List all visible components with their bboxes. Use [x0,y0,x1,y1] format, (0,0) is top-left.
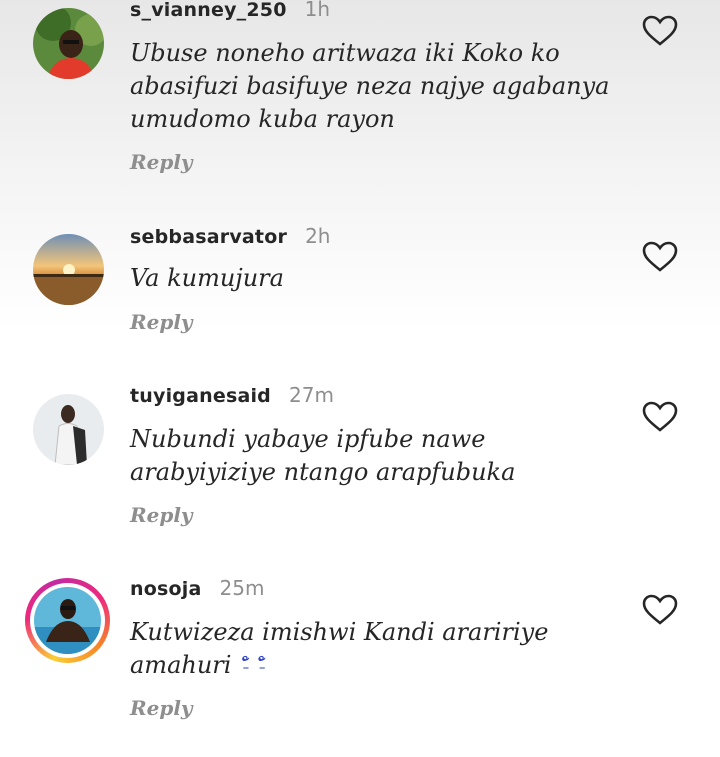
timestamp: 25m [219,576,265,600]
avatar[interactable] [33,8,104,79]
heart-icon[interactable] [642,15,678,47]
avatar[interactable] [33,394,104,465]
username[interactable]: s_vianney_250 [130,0,287,21]
timestamp: 2h [305,224,331,248]
username[interactable]: sebbasarvator [130,226,287,248]
heart-icon[interactable] [642,241,678,273]
comment-body: Kutwizeza imishwi Kandi araririye amahur… [130,618,549,679]
avatar[interactable] [33,234,104,305]
comment-text: Kutwizeza imishwi Kandi araririye amahur… [130,616,630,683]
username[interactable]: nosoja [130,578,201,600]
heart-icon[interactable] [642,594,678,626]
reply-button[interactable]: Reply [130,310,193,334]
reply-button[interactable]: Reply [130,503,193,527]
emoji: ˘̵̊ ˘̵̊ [239,654,266,678]
timestamp: 27m [289,383,334,407]
avatar[interactable] [25,578,110,663]
heart-icon[interactable] [642,401,678,433]
comment-text: Nubundi yabaye ipfube nawe arabyiyiziye … [130,425,516,486]
reply-button[interactable]: Reply [130,696,193,720]
comment-text: Ubuse noneho aritwaza iki Koko ko abasif… [130,39,610,133]
comment-text: Va kumujura [130,264,284,292]
username[interactable]: tuyiganesaid [130,385,271,407]
timestamp: 1h [304,0,331,21]
reply-button[interactable]: Reply [130,150,193,174]
